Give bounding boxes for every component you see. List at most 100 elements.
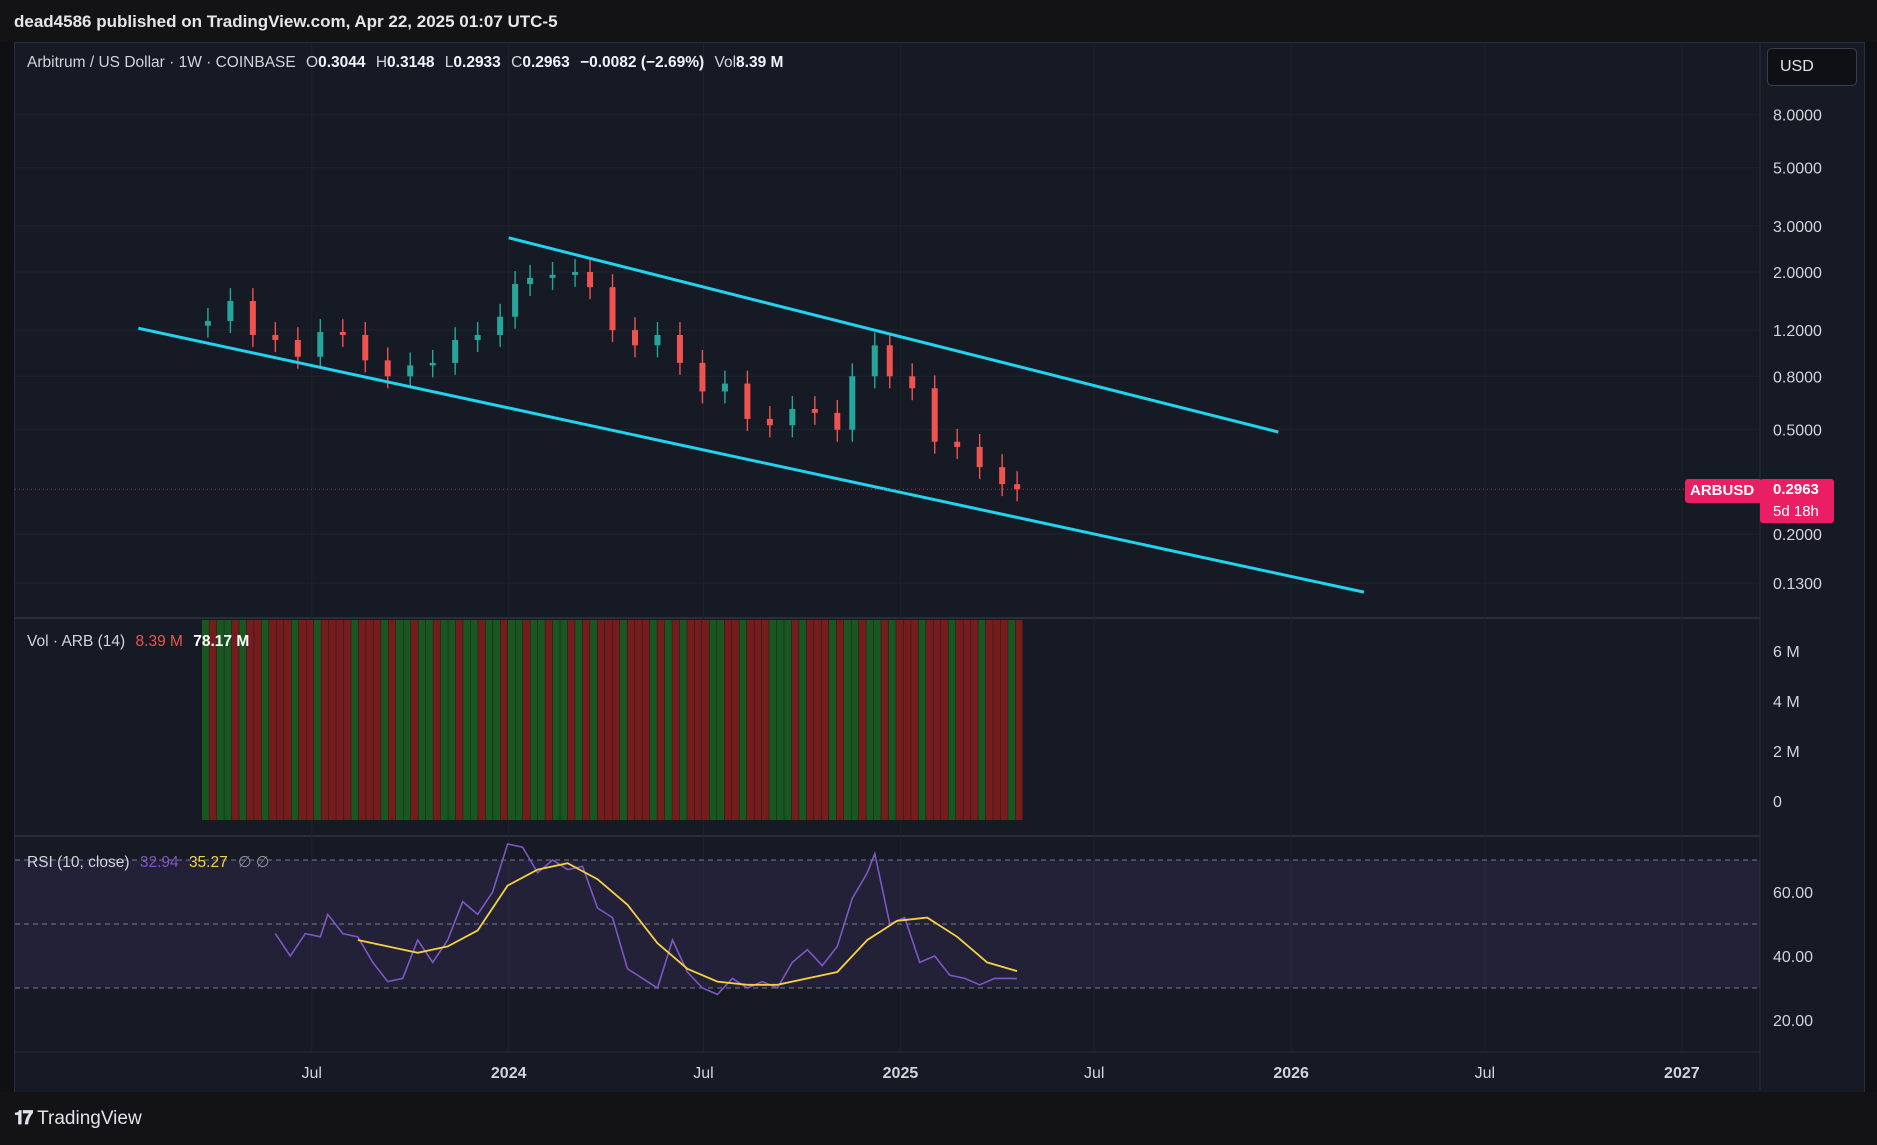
close-value: C0.2963	[511, 54, 570, 71]
volume-bar	[739, 620, 747, 820]
price-tick-label: 0.5000	[1773, 423, 1822, 440]
price-tick-label: 3.0000	[1773, 219, 1822, 236]
volume-bar	[440, 620, 448, 820]
footer	[0, 1092, 1877, 1145]
candle-body	[744, 383, 751, 419]
volume-bar	[418, 620, 426, 820]
volume-bar	[358, 620, 366, 820]
rsi-ma-value: 35.27	[188, 854, 228, 871]
open-value: O0.3044	[306, 54, 366, 71]
volume-bar	[926, 620, 934, 820]
candle-body	[609, 287, 616, 331]
volume-bar	[881, 620, 889, 820]
volume-bar	[664, 620, 672, 820]
volume-bar	[761, 620, 769, 820]
volume-bar	[821, 620, 829, 820]
tradingview-brand: TradingView	[37, 1108, 142, 1129]
volume-indicator-value: 8.39 M	[135, 633, 183, 650]
volume-indicator-name[interactable]: Vol · ARB (14)	[27, 633, 125, 650]
volume-bar	[351, 620, 359, 820]
volume-bar	[627, 620, 635, 820]
volume-bar	[366, 620, 374, 820]
last-price-label: 0.2963	[1773, 481, 1819, 498]
volume-bar	[776, 620, 784, 820]
rsi-extra: ∅ ∅	[238, 854, 270, 871]
volume-bar	[328, 620, 336, 820]
volume-bar	[955, 620, 963, 820]
chart-svg[interactable]: 8.0000 5.0000 3.0000 2.0000 1.2000 0.8000 0.50…	[0, 0, 1877, 1145]
volume-bar	[306, 620, 314, 820]
candle-body	[294, 340, 301, 357]
rsi-indicator-name[interactable]: RSI (10, close)	[27, 854, 130, 871]
price-tick-label: 1.2000	[1773, 323, 1822, 340]
time-tick-label: Jul	[302, 1065, 322, 1082]
currency-button[interactable]: USD	[1767, 48, 1857, 86]
volume-tick-label: 0	[1773, 794, 1782, 811]
candle-body	[909, 376, 916, 389]
volume-bar	[791, 620, 799, 820]
volume-bar	[373, 620, 381, 820]
candle-body	[429, 362, 436, 366]
volume-bar	[970, 620, 978, 820]
candle-body	[362, 334, 369, 361]
volume-bar	[746, 620, 754, 820]
volume-value: Vol8.39 M	[714, 54, 784, 71]
candle-body	[871, 345, 878, 377]
volume-bar	[321, 620, 329, 820]
candle-body	[384, 360, 391, 377]
volume-bar	[657, 620, 665, 820]
volume-bar	[806, 620, 814, 820]
volume-bar	[873, 620, 881, 820]
volume-bar	[269, 620, 277, 820]
volume-bar	[410, 620, 418, 820]
volume-bar	[515, 620, 523, 820]
volume-bar	[485, 620, 493, 820]
volume-bar	[545, 620, 553, 820]
volume-bar	[291, 620, 299, 820]
candle-body	[654, 334, 661, 346]
volume-bar	[425, 620, 433, 820]
candle-body	[849, 376, 856, 430]
volume-bar	[799, 620, 807, 820]
volume-bar	[717, 620, 725, 820]
change-value: −0.0082 (−2.69%)	[580, 54, 705, 71]
candle-body	[452, 340, 459, 363]
volume-tick-label: 2 M	[1773, 744, 1800, 761]
volume-bar	[381, 620, 389, 820]
volume-bar	[679, 620, 687, 820]
volume-bar	[836, 620, 844, 820]
volume-bar	[814, 620, 822, 820]
volume-bar	[560, 620, 568, 820]
symbol-title[interactable]: Arbitrum / US Dollar · 1W · COINBASE	[27, 54, 296, 71]
price-tick-label: 0.8000	[1773, 369, 1822, 386]
volume-bar	[918, 620, 926, 820]
candle-body	[834, 412, 841, 430]
volume-bar	[903, 620, 911, 820]
volume-bar	[508, 620, 515, 820]
volume-bar	[993, 620, 1001, 820]
volume-bar	[298, 620, 306, 820]
volume-bar	[403, 620, 411, 820]
volume-bar	[866, 620, 874, 820]
volume-bar	[284, 620, 292, 820]
volume-bar	[612, 620, 620, 820]
tradingview-logo[interactable]: 𝟏𝟕 TradingView	[14, 1108, 142, 1130]
candle-body	[249, 301, 256, 335]
rsi-tick-label: 40.00	[1773, 949, 1813, 966]
candle-body	[497, 316, 504, 335]
candle-body	[527, 277, 534, 284]
candle-body	[272, 334, 279, 341]
price-tick-label: 0.2000	[1773, 527, 1822, 544]
countdown-label: 5d 18h	[1773, 503, 1819, 520]
volume-bar	[463, 620, 471, 820]
candle-body	[931, 388, 938, 442]
candle-body	[886, 345, 893, 377]
volume-bar	[702, 620, 710, 820]
candle-body	[317, 332, 324, 357]
volume-bar	[634, 620, 642, 820]
candle-body	[339, 332, 346, 335]
candle-body	[204, 321, 211, 326]
candle-body	[1014, 484, 1021, 490]
volume-bar	[687, 620, 695, 820]
volume-bar	[694, 620, 702, 820]
